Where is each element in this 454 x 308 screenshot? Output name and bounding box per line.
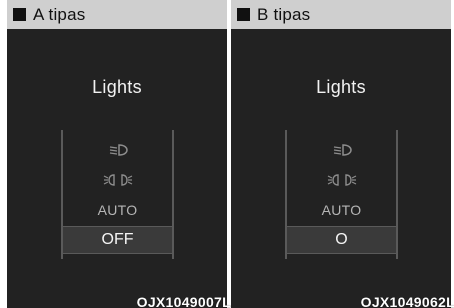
menu-item-parking[interactable] <box>61 173 174 189</box>
manual-figure: A tipas Lights AUTO OFF OJX1049007L B ti… <box>0 0 454 308</box>
screen-title: Lights <box>316 77 366 97</box>
parking-light-icon <box>103 174 132 186</box>
low-beam-headlight-icon <box>333 144 352 156</box>
menu-item-auto[interactable]: AUTO <box>61 202 174 220</box>
figure-code: OJX1049007L <box>136 294 231 308</box>
panel-b: B tipas Lights AUTO O OJX1049062L <box>231 0 454 308</box>
black-square-icon <box>13 8 26 21</box>
panel-header: B tipas <box>231 0 451 29</box>
cluster-screen: Lights <box>7 29 231 308</box>
panel-a: A tipas Lights AUTO OFF OJX1049007L <box>7 0 231 308</box>
cluster-screen: Lights <box>231 29 454 308</box>
menu-item-low-beam[interactable] <box>61 143 174 159</box>
low-beam-headlight-icon <box>109 144 128 156</box>
lights-menu: AUTO O <box>285 130 398 259</box>
parking-light-icon <box>327 174 356 186</box>
menu-item-selected[interactable]: OFF <box>63 226 172 254</box>
black-square-icon <box>237 8 250 21</box>
menu-item-low-beam[interactable] <box>285 143 398 159</box>
menu-item-auto[interactable]: AUTO <box>285 202 398 220</box>
lights-menu: AUTO OFF <box>61 130 174 259</box>
panel-type-label: B tipas <box>257 4 311 24</box>
panel-type-label: A tipas <box>33 4 86 24</box>
screen-title: Lights <box>92 77 142 97</box>
menu-item-parking[interactable] <box>285 173 398 189</box>
panel-header: A tipas <box>7 0 227 29</box>
figure-code: OJX1049062L <box>360 294 454 308</box>
menu-item-selected[interactable]: O <box>287 226 396 254</box>
